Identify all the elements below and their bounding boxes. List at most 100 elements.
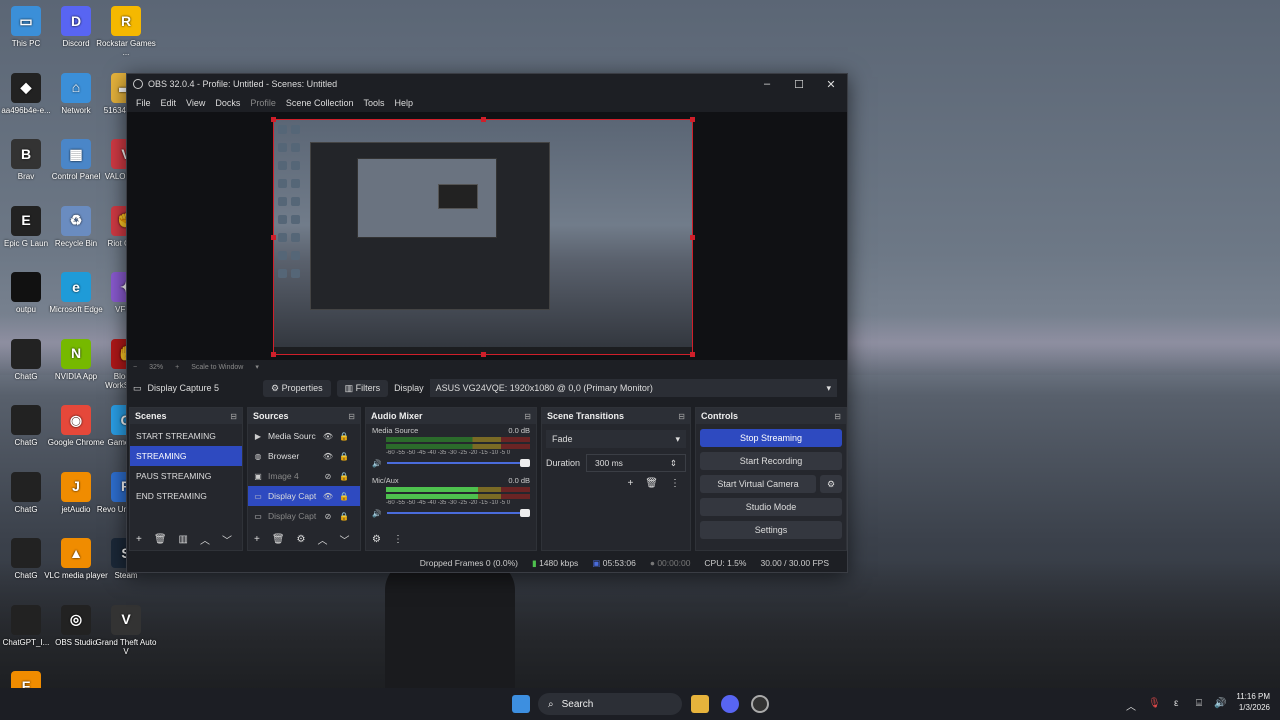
menu-file[interactable]: File — [131, 98, 156, 108]
menu-tools[interactable]: Tools — [358, 98, 389, 108]
close-button[interactable]: ✕ — [815, 78, 847, 91]
scene-item[interactable]: PAUS STREAMING — [130, 466, 242, 486]
discord-taskbar-icon[interactable] — [721, 695, 739, 713]
source-properties-icon[interactable]: ⚙ — [297, 534, 306, 545]
move-down-icon[interactable]: ﹀ — [222, 532, 232, 547]
lock-icon[interactable]: 🔒 — [338, 472, 350, 481]
volume-icon[interactable]: 🔊 — [1214, 698, 1226, 709]
properties-button[interactable]: ⚙ Properties — [263, 379, 331, 397]
virtual-camera-settings-icon[interactable]: ⚙ — [820, 475, 842, 493]
resize-handle[interactable] — [690, 235, 695, 240]
source-item[interactable]: ◍ Browser 👁 🔒 — [248, 446, 360, 466]
display-select[interactable]: ASUS VG24VQE: 1920x1080 @ 0,0 (Primary M… — [429, 379, 837, 397]
undock-icon[interactable]: ⊟ — [678, 412, 685, 421]
advanced-audio-icon[interactable]: ⚙ — [372, 534, 381, 545]
start-button-icon[interactable] — [512, 695, 530, 713]
resize-handle[interactable] — [271, 352, 276, 357]
slider-knob[interactable] — [520, 509, 530, 517]
speaker-icon[interactable]: 🔊 — [372, 459, 381, 468]
volume-meter — [386, 487, 530, 492]
spinner-arrows-icon[interactable]: ⇕ — [670, 458, 677, 469]
taskbar-search[interactable]: ⌕ Search — [538, 693, 682, 715]
remove-scene-icon[interactable]: 🗑 — [154, 534, 167, 545]
filters-button[interactable]: ▥ Filters — [336, 379, 389, 397]
language-icon[interactable]: ε — [1174, 698, 1178, 709]
menu-help[interactable]: Help — [389, 98, 418, 108]
stop-streaming-button[interactable]: Stop Streaming — [700, 429, 842, 447]
clock[interactable]: 11:16 PM 1/3/2026 — [1236, 691, 1270, 713]
studio-mode-button[interactable]: Studio Mode — [700, 498, 842, 516]
scene-filters-icon[interactable]: ▥ — [179, 534, 188, 545]
desktop-icon[interactable]: R Rockstar Games ... — [94, 6, 158, 57]
start-recording-button[interactable]: Start Recording — [700, 452, 842, 470]
resize-handle[interactable] — [690, 352, 695, 357]
zoom-in-button[interactable]: + — [175, 364, 179, 371]
lock-icon[interactable]: 🔒 — [338, 432, 350, 441]
maximize-button[interactable]: ☐ — [783, 78, 815, 91]
volume-slider[interactable] — [387, 459, 530, 467]
add-scene-icon[interactable]: + — [136, 534, 142, 545]
scene-item[interactable]: START STREAMING — [130, 426, 242, 446]
resize-handle[interactable] — [481, 117, 486, 122]
microphone-icon[interactable]: 🎙 — [1148, 698, 1161, 709]
display-capture-preview[interactable] — [271, 117, 695, 357]
scene-item[interactable]: STREAMING — [130, 446, 242, 466]
resize-handle[interactable] — [481, 352, 486, 357]
menu-edit[interactable]: Edit — [156, 98, 182, 108]
obs-taskbar-icon[interactable] — [751, 695, 769, 713]
desktop-icon-label: Grand Theft Auto V — [95, 637, 157, 656]
resize-handle[interactable] — [271, 117, 276, 122]
lock-icon[interactable]: 🔒 — [338, 492, 350, 501]
preview-canvas[interactable] — [127, 112, 847, 360]
transition-menu-icon[interactable]: ⋮ — [670, 478, 680, 489]
eye-hidden-icon[interactable]: ⊘ — [322, 472, 334, 481]
file-explorer-icon[interactable] — [691, 695, 709, 713]
minimize-button[interactable]: – — [751, 78, 783, 91]
scale-mode[interactable]: Scale to Window — [191, 364, 243, 371]
speaker-icon[interactable]: 🔊 — [372, 509, 381, 518]
add-transition-icon[interactable]: + — [627, 478, 633, 489]
zoom-out-button[interactable]: − — [133, 364, 137, 371]
volume-slider[interactable] — [387, 509, 530, 517]
resize-handle[interactable] — [690, 117, 695, 122]
gear-icon: ⚙ — [271, 382, 280, 393]
tray-overflow-icon[interactable]: ︿ — [1126, 698, 1136, 713]
lock-icon[interactable]: 🔒 — [338, 512, 350, 521]
undock-icon[interactable]: ⊟ — [524, 412, 531, 421]
remove-transition-icon[interactable]: 🗑 — [645, 478, 658, 489]
resize-handle[interactable] — [271, 235, 276, 240]
move-up-icon[interactable]: ︿ — [318, 532, 328, 547]
slider-knob[interactable] — [520, 459, 530, 467]
menu-profile[interactable]: Profile — [245, 98, 281, 108]
duration-input[interactable]: 300 ms ⇕ — [586, 454, 686, 472]
source-item[interactable]: ▶ Media Sourc 👁 🔒 — [248, 426, 360, 446]
start-virtual-camera-button[interactable]: Start Virtual Camera — [700, 475, 816, 493]
undock-icon[interactable]: ⊟ — [348, 412, 355, 421]
scene-item[interactable]: END STREAMING — [130, 486, 242, 506]
eye-hidden-icon[interactable]: ⊘ — [322, 512, 334, 521]
settings-button[interactable]: Settings — [700, 521, 842, 539]
transition-select[interactable]: Fade ▾ — [546, 430, 686, 448]
move-down-icon[interactable]: ﹀ — [340, 532, 350, 547]
source-item[interactable]: ▭ Display Capt 👁 🔒 — [248, 486, 360, 506]
lock-icon[interactable]: 🔒 — [338, 452, 350, 461]
undock-icon[interactable]: ⊟ — [834, 412, 841, 421]
record-icon: ● — [649, 558, 655, 568]
eye-icon[interactable]: 👁 — [322, 432, 334, 441]
eye-icon[interactable]: 👁 — [322, 452, 334, 461]
network-icon[interactable]: ⌸ — [1196, 698, 1202, 709]
source-item[interactable]: ▭ Display Capt ⊘ 🔒 — [248, 506, 360, 526]
menu-scene-collection[interactable]: Scene Collection — [281, 98, 359, 108]
eye-icon[interactable]: 👁 — [322, 492, 334, 501]
mixer-menu-icon[interactable]: ⋮ — [393, 534, 403, 545]
undock-icon[interactable]: ⊟ — [230, 412, 237, 421]
menu-view[interactable]: View — [181, 98, 210, 108]
source-item[interactable]: ▣ Image 4 ⊘ 🔒 — [248, 466, 360, 486]
scale-mode-dropdown-icon[interactable]: ▾ — [255, 363, 259, 371]
add-source-icon[interactable]: + — [254, 534, 260, 545]
remove-source-icon[interactable]: 🗑 — [272, 534, 285, 545]
desktop-icon[interactable]: V Grand Theft Auto V — [94, 604, 158, 656]
move-up-icon[interactable]: ︿ — [200, 532, 210, 547]
title-bar[interactable]: OBS 32.0.4 - Profile: Untitled - Scenes:… — [127, 74, 847, 94]
menu-docks[interactable]: Docks — [210, 98, 245, 108]
